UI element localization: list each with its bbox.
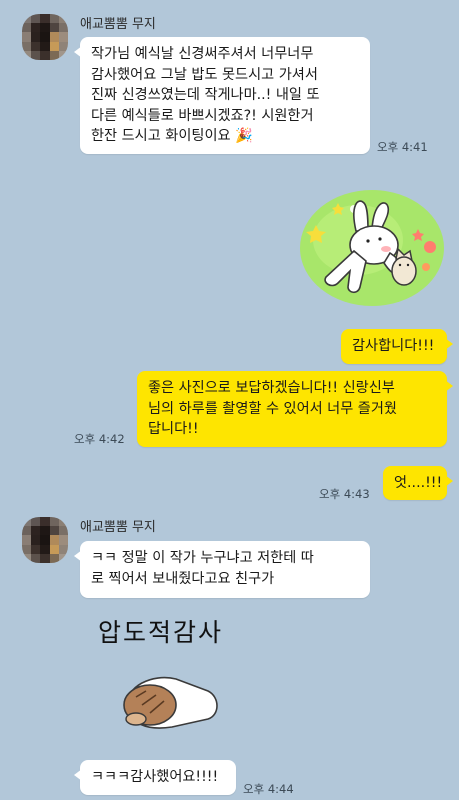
my-message-bubble[interactable]: 감사합니다!!! [341, 329, 453, 364]
sticker-text: 압도적감사 [98, 618, 224, 647]
my-message-bubble[interactable]: 좋은 사진으로 보답하겠습니다!! 신랑신부 님의 하루를 촬영할 수 있어서 … [137, 371, 453, 447]
message-time: 오후 4:44 [243, 782, 294, 796]
message-time: 오후 4:43 [319, 487, 370, 501]
message-time: 오후 4:42 [74, 432, 125, 446]
sender-name: 애교뽐뽐 무지 [80, 17, 156, 32]
message-bubble[interactable]: ㅋㅋ 정말 이 작가 누구냐고 저한테 따 로 찍어서 보내줬다고요 친구가 [74, 541, 370, 598]
message-bubble[interactable]: 작가님 예식날 신경써주셔서 너무너무 감사했어요 그날 밥도 못드시고 가셔서… [74, 37, 370, 154]
hamster-sticker[interactable]: 압도적감사 [82, 605, 232, 735]
hamster-illustration [123, 676, 218, 729]
bunny-cat-illustration [300, 190, 444, 306]
avatar[interactable] [22, 517, 68, 563]
sender-name: 애교뽐뽐 무지 [80, 520, 156, 535]
bunny-cat-sticker[interactable] [298, 185, 450, 310]
message-time: 오후 4:41 [377, 140, 428, 154]
avatar[interactable] [22, 14, 68, 60]
my-message-bubble[interactable]: 엇....!!! [383, 466, 453, 500]
message-bubble[interactable]: ㅋㅋㅋ감사했어요!!!! [74, 760, 236, 795]
